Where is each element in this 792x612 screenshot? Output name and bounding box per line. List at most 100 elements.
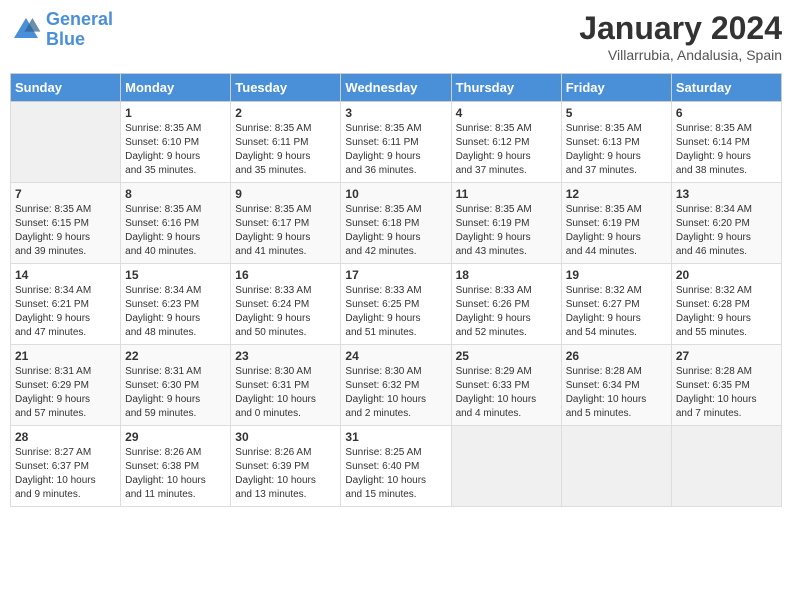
day-info: Sunrise: 8:30 AMSunset: 6:32 PMDaylight:… [345, 365, 446, 421]
day-info: Sunrise: 8:27 AMSunset: 6:37 PMDaylight:… [15, 446, 116, 502]
day-number: 10 [345, 187, 446, 201]
day-number: 19 [566, 268, 667, 282]
day-info: Sunrise: 8:34 AMSunset: 6:21 PMDaylight:… [15, 284, 116, 340]
calendar-cell: 7Sunrise: 8:35 AMSunset: 6:15 PMDaylight… [11, 183, 121, 264]
day-header-friday: Friday [561, 74, 671, 102]
calendar-cell: 6 Sunrise: 8:35 AMSunset: 6:14 PMDaylight… [671, 102, 781, 183]
calendar-cell: 20 Sunrise: 8:32 AMSunset: 6:28 PMDayligh… [671, 264, 781, 345]
day-number: 1 [125, 106, 226, 120]
calendar-cell [561, 426, 671, 507]
day-info: Sunrise: 8:33 AMSunset: 6:25 PMDaylight:… [345, 284, 446, 340]
day-info: Sunrise: 8:35 AMSunset: 6:19 PMDaylight:… [566, 203, 667, 259]
day-number: 2 [235, 106, 336, 120]
logo: General Blue [10, 10, 113, 50]
day-number: 21 [15, 349, 116, 363]
week-row-5: 28 Sunrise: 8:27 AMSunset: 6:37 PMDayligh… [11, 426, 782, 507]
calendar-cell: 28 Sunrise: 8:27 AMSunset: 6:37 PMDayligh… [11, 426, 121, 507]
calendar-body: 1 Sunrise: 8:35 AMSunset: 6:10 PMDaylight… [11, 102, 782, 507]
day-number: 26 [566, 349, 667, 363]
calendar-cell: 30 Sunrise: 8:26 AMSunset: 6:39 PMDayligh… [231, 426, 341, 507]
day-number: 14 [15, 268, 116, 282]
page-header: General Blue January 2024 Villarrubia, A… [10, 10, 782, 63]
week-row-2: 7Sunrise: 8:35 AMSunset: 6:15 PMDaylight… [11, 183, 782, 264]
day-number: 17 [345, 268, 446, 282]
day-info: Sunrise: 8:34 AMSunset: 6:20 PMDaylight:… [676, 203, 777, 259]
day-number: 9 [235, 187, 336, 201]
calendar-cell: 29 Sunrise: 8:26 AMSunset: 6:38 PMDayligh… [121, 426, 231, 507]
week-row-1: 1 Sunrise: 8:35 AMSunset: 6:10 PMDaylight… [11, 102, 782, 183]
day-info: Sunrise: 8:33 AMSunset: 6:24 PMDaylight:… [235, 284, 336, 340]
day-number: 15 [125, 268, 226, 282]
day-number: 4 [456, 106, 557, 120]
main-title: January 2024 [579, 10, 782, 47]
calendar-cell: 15 Sunrise: 8:34 AMSunset: 6:23 PMDayligh… [121, 264, 231, 345]
day-header-thursday: Thursday [451, 74, 561, 102]
day-info: Sunrise: 8:25 AMSunset: 6:40 PMDaylight:… [345, 446, 446, 502]
day-info: Sunrise: 8:26 AMSunset: 6:39 PMDaylight:… [235, 446, 336, 502]
day-number: 30 [235, 430, 336, 444]
day-info: Sunrise: 8:34 AMSunset: 6:23 PMDaylight:… [125, 284, 226, 340]
calendar-cell: 12 Sunrise: 8:35 AMSunset: 6:19 PMDayligh… [561, 183, 671, 264]
calendar-cell: 5Sunrise: 8:35 AMSunset: 6:13 PMDaylight… [561, 102, 671, 183]
day-header-saturday: Saturday [671, 74, 781, 102]
calendar-cell: 22 Sunrise: 8:31 AMSunset: 6:30 PMDayligh… [121, 345, 231, 426]
day-info: Sunrise: 8:35 AMSunset: 6:15 PMDaylight:… [15, 203, 116, 259]
day-number: 18 [456, 268, 557, 282]
calendar-cell: 25 Sunrise: 8:29 AMSunset: 6:33 PMDayligh… [451, 345, 561, 426]
week-row-3: 14 Sunrise: 8:34 AMSunset: 6:21 PMDayligh… [11, 264, 782, 345]
day-info: Sunrise: 8:33 AMSunset: 6:26 PMDaylight:… [456, 284, 557, 340]
day-number: 8 [125, 187, 226, 201]
day-info: Sunrise: 8:32 AMSunset: 6:28 PMDaylight:… [676, 284, 777, 340]
logo-text: General Blue [46, 10, 113, 50]
day-info: Sunrise: 8:35 AMSunset: 6:11 PMDaylight:… [235, 122, 336, 178]
day-info: Sunrise: 8:35 AMSunset: 6:14 PMDaylight:… [676, 122, 777, 178]
calendar-cell: 4 Sunrise: 8:35 AMSunset: 6:12 PMDaylight… [451, 102, 561, 183]
calendar-cell: 27 Sunrise: 8:28 AMSunset: 6:35 PMDayligh… [671, 345, 781, 426]
day-info: Sunrise: 8:28 AMSunset: 6:35 PMDaylight:… [676, 365, 777, 421]
day-number: 28 [15, 430, 116, 444]
day-info: Sunrise: 8:35 AMSunset: 6:16 PMDaylight:… [125, 203, 226, 259]
day-info: Sunrise: 8:31 AMSunset: 6:30 PMDaylight:… [125, 365, 226, 421]
day-number: 23 [235, 349, 336, 363]
day-info: Sunrise: 8:35 AMSunset: 6:10 PMDaylight:… [125, 122, 226, 178]
day-number: 6 [676, 106, 777, 120]
day-number: 11 [456, 187, 557, 201]
day-info: Sunrise: 8:35 AMSunset: 6:12 PMDaylight:… [456, 122, 557, 178]
calendar-cell: 23 Sunrise: 8:30 AMSunset: 6:31 PMDayligh… [231, 345, 341, 426]
day-number: 20 [676, 268, 777, 282]
day-number: 3 [345, 106, 446, 120]
calendar-cell: 11Sunrise: 8:35 AMSunset: 6:19 PMDayligh… [451, 183, 561, 264]
calendar-cell: 21 Sunrise: 8:31 AMSunset: 6:29 PMDayligh… [11, 345, 121, 426]
logo-icon [10, 14, 42, 46]
day-info: Sunrise: 8:26 AMSunset: 6:38 PMDaylight:… [125, 446, 226, 502]
calendar-cell: 18 Sunrise: 8:33 AMSunset: 6:26 PMDayligh… [451, 264, 561, 345]
day-number: 31 [345, 430, 446, 444]
calendar-cell: 2 Sunrise: 8:35 AMSunset: 6:11 PMDaylight… [231, 102, 341, 183]
day-number: 16 [235, 268, 336, 282]
calendar-cell: 8 Sunrise: 8:35 AMSunset: 6:16 PMDaylight… [121, 183, 231, 264]
day-number: 22 [125, 349, 226, 363]
day-number: 24 [345, 349, 446, 363]
day-info: Sunrise: 8:30 AMSunset: 6:31 PMDaylight:… [235, 365, 336, 421]
day-number: 29 [125, 430, 226, 444]
day-info: Sunrise: 8:32 AMSunset: 6:27 PMDaylight:… [566, 284, 667, 340]
day-info: Sunrise: 8:35 AMSunset: 6:13 PMDaylight:… [566, 122, 667, 178]
day-header-sunday: Sunday [11, 74, 121, 102]
day-header-wednesday: Wednesday [341, 74, 451, 102]
calendar-cell: 19 Sunrise: 8:32 AMSunset: 6:27 PMDayligh… [561, 264, 671, 345]
day-info: Sunrise: 8:28 AMSunset: 6:34 PMDaylight:… [566, 365, 667, 421]
day-info: Sunrise: 8:29 AMSunset: 6:33 PMDaylight:… [456, 365, 557, 421]
calendar-cell: 26 Sunrise: 8:28 AMSunset: 6:34 PMDayligh… [561, 345, 671, 426]
calendar-cell: 16 Sunrise: 8:33 AMSunset: 6:24 PMDayligh… [231, 264, 341, 345]
day-header-monday: Monday [121, 74, 231, 102]
calendar-cell: 24 Sunrise: 8:30 AMSunset: 6:32 PMDayligh… [341, 345, 451, 426]
subtitle: Villarrubia, Andalusia, Spain [579, 47, 782, 63]
calendar-cell: 3Sunrise: 8:35 AMSunset: 6:11 PMDaylight… [341, 102, 451, 183]
day-info: Sunrise: 8:31 AMSunset: 6:29 PMDaylight:… [15, 365, 116, 421]
calendar-header: SundayMondayTuesdayWednesdayThursdayFrid… [11, 74, 782, 102]
day-number: 27 [676, 349, 777, 363]
day-number: 25 [456, 349, 557, 363]
calendar-cell [451, 426, 561, 507]
calendar-cell: 17 Sunrise: 8:33 AMSunset: 6:25 PMDayligh… [341, 264, 451, 345]
day-number: 12 [566, 187, 667, 201]
